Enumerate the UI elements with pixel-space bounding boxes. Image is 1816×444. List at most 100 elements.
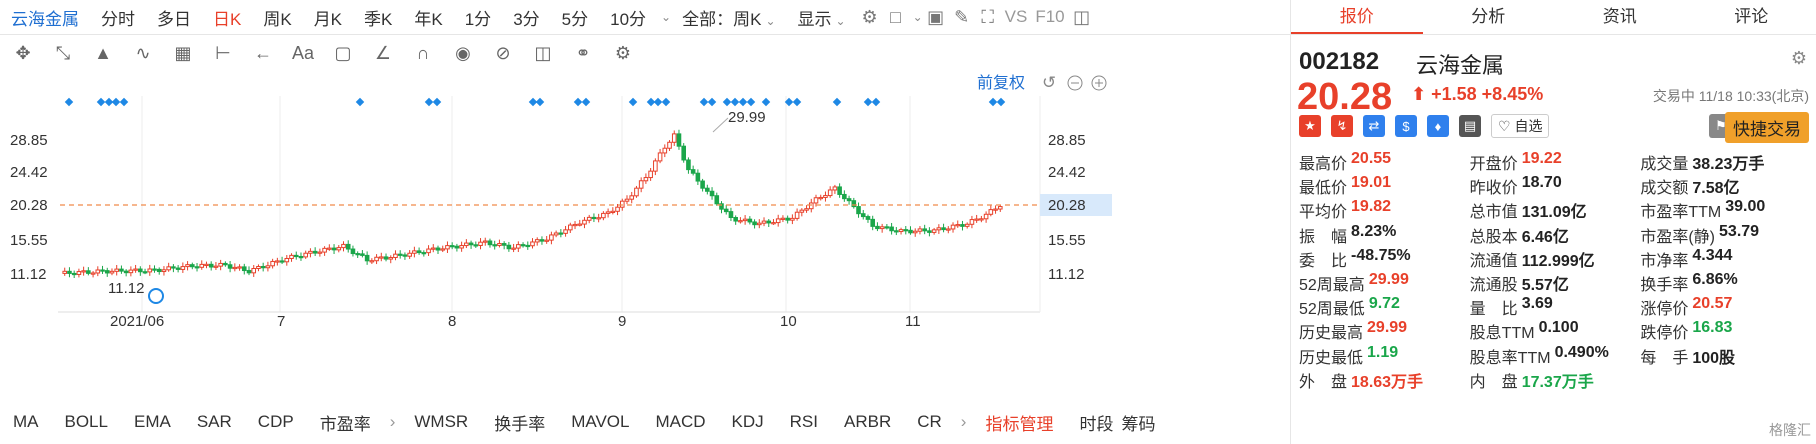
range-tool-icon[interactable]: ⊢: [206, 40, 240, 66]
f10-button[interactable]: F10: [1031, 7, 1068, 27]
tab-news[interactable]: 资讯: [1554, 0, 1686, 34]
stats-row: 平均价 19.82 总市值 131.09亿 市盈率TTM 39.00: [1299, 198, 1811, 222]
candle-body: [714, 195, 720, 205]
tag-icon[interactable]: ♦: [1427, 115, 1449, 137]
candle-body: [525, 244, 531, 248]
x-tick-label: 9: [618, 313, 626, 330]
settings-icon[interactable]: ⚙: [606, 40, 640, 66]
camera-icon[interactable]: ▣: [923, 4, 949, 30]
vs-button[interactable]: VS: [1001, 7, 1032, 27]
link-icon[interactable]: ⚭: [566, 40, 600, 66]
text-tool-icon[interactable]: Aa: [286, 40, 320, 66]
time-period-button[interactable]: 时段: [1066, 410, 1117, 435]
add-watchlist-button[interactable]: ♡ 自选: [1491, 114, 1550, 138]
tab-multiday[interactable]: 多日: [146, 5, 202, 30]
china-flag-icon[interactable]: ★: [1299, 115, 1321, 137]
tab-year-k[interactable]: 年K: [403, 5, 453, 30]
chevron-down-icon[interactable]: ⌄: [913, 10, 923, 24]
tab-quarter-k[interactable]: 季K: [353, 5, 403, 30]
tab-3min[interactable]: 3分: [502, 5, 550, 30]
line-tool-icon[interactable]: ⤡: [46, 40, 80, 66]
tab-month-k[interactable]: 月K: [303, 5, 353, 30]
arrow-tool-icon[interactable]: ←: [246, 40, 280, 66]
settings-gear-icon[interactable]: ⚙: [857, 4, 883, 30]
stat-cell: 52周最高 29.99: [1299, 271, 1470, 295]
fullscreen-icon[interactable]: ⛶: [975, 4, 1001, 30]
channel-tool-icon[interactable]: ▲: [86, 40, 120, 66]
tab-analysis[interactable]: 分析: [1423, 0, 1555, 34]
gear-icon[interactable]: ⚙: [1791, 48, 1807, 69]
wave-tool-icon[interactable]: ∿: [126, 40, 160, 66]
trash-icon[interactable]: ◫: [526, 40, 560, 66]
tab-10min[interactable]: 10分: [599, 5, 657, 30]
sidebar-toggle-icon[interactable]: ◫: [1069, 4, 1095, 30]
tab-5min[interactable]: 5分: [551, 5, 599, 30]
candle-body: [742, 218, 748, 222]
chevron-right-icon[interactable]: ›: [384, 412, 402, 432]
hide-icon[interactable]: ⊘: [486, 40, 520, 66]
move-icon[interactable]: ✥: [6, 40, 40, 66]
angle-tool-icon[interactable]: ∠: [366, 40, 400, 66]
indicator-ema[interactable]: EMA: [121, 412, 184, 432]
indicator-sar[interactable]: SAR: [184, 412, 245, 432]
search-icon[interactable]: [148, 288, 164, 304]
stat-cell: 历史最低 1.19: [1299, 344, 1470, 368]
event-marker: [355, 97, 365, 107]
indicator-mavol[interactable]: MAVOL: [558, 412, 642, 432]
tab-week-k[interactable]: 周K: [252, 5, 302, 30]
connect-icon[interactable]: ⇄: [1363, 115, 1385, 137]
quick-trade-button[interactable]: 快捷交易: [1725, 112, 1809, 143]
stat-cell: 市盈率TTM 39.00: [1640, 198, 1811, 222]
y-tick-left: 28.85: [10, 132, 48, 149]
tab-quote[interactable]: 报价: [1291, 0, 1423, 34]
indicator-turnover[interactable]: 换手率: [481, 410, 558, 435]
reset-icon[interactable]: ↺: [1042, 73, 1056, 92]
chips-button[interactable]: 筹码: [1117, 410, 1168, 435]
event-marker: [581, 97, 591, 107]
candle-body: [322, 247, 327, 253]
display-dropdown[interactable]: 显示 ⌄: [787, 5, 857, 30]
candle-body: [478, 241, 483, 246]
indicator-boll[interactable]: BOLL: [52, 412, 121, 432]
pencil-icon[interactable]: ✎: [949, 4, 975, 30]
candle-body: [856, 206, 861, 215]
indicator-cr[interactable]: CR: [904, 412, 955, 432]
candle-body: [988, 209, 994, 215]
indicator-ma[interactable]: MA: [0, 412, 52, 432]
indicator-macd[interactable]: MACD: [642, 412, 718, 432]
stat-label: 最低价: [1299, 180, 1348, 198]
stat-cell: 量 比 3.69: [1470, 295, 1641, 319]
note-icon[interactable]: ▤: [1459, 115, 1481, 137]
eye-icon[interactable]: ◉: [446, 40, 480, 66]
indicator-manage-button[interactable]: 指标管理: [972, 410, 1066, 435]
candle-body: [459, 245, 464, 249]
tab-fenshi[interactable]: 分时: [90, 5, 146, 30]
stock-name-link[interactable]: 云海金属: [0, 5, 90, 30]
stat-label: 量 比: [1469, 301, 1518, 319]
indicator-pe[interactable]: 市盈率: [307, 410, 384, 435]
candle-body: [771, 222, 776, 225]
tab-comments[interactable]: 评论: [1686, 0, 1816, 34]
candle-body: [350, 248, 356, 255]
fib-tool-icon[interactable]: ▦: [166, 40, 200, 66]
tab-1min[interactable]: 1分: [454, 5, 502, 30]
margin-icon[interactable]: ↯: [1331, 115, 1353, 137]
adjust-mode-button[interactable]: 前复权: [977, 74, 1025, 92]
stat-label: 总股本: [1469, 228, 1518, 246]
chevron-right-icon[interactable]: ›: [955, 412, 973, 432]
range-select[interactable]: 全部：周K ⌄: [671, 5, 786, 30]
magnet-icon[interactable]: ∩: [406, 40, 440, 66]
dollar-icon[interactable]: $: [1395, 115, 1417, 137]
chevron-down-icon[interactable]: ⌄: [661, 10, 671, 24]
indicator-kdj[interactable]: KDJ: [719, 412, 777, 432]
indicator-rsi[interactable]: RSI: [777, 412, 831, 432]
indicator-cdp[interactable]: CDP: [245, 412, 307, 432]
candle-body: [634, 187, 639, 197]
tab-day-k[interactable]: 日K: [202, 5, 252, 30]
candle-body: [960, 224, 965, 227]
kline-chart[interactable]: 20.28 20.28 前复权 ↺ 28.85 28.85 24.42 24.42 15…: [0, 72, 1290, 400]
indicator-arbr[interactable]: ARBR: [831, 412, 904, 432]
comment-tool-icon[interactable]: ▢: [326, 40, 360, 66]
indicator-wmsr[interactable]: WMSR: [401, 412, 481, 432]
square-icon[interactable]: □: [883, 4, 909, 30]
